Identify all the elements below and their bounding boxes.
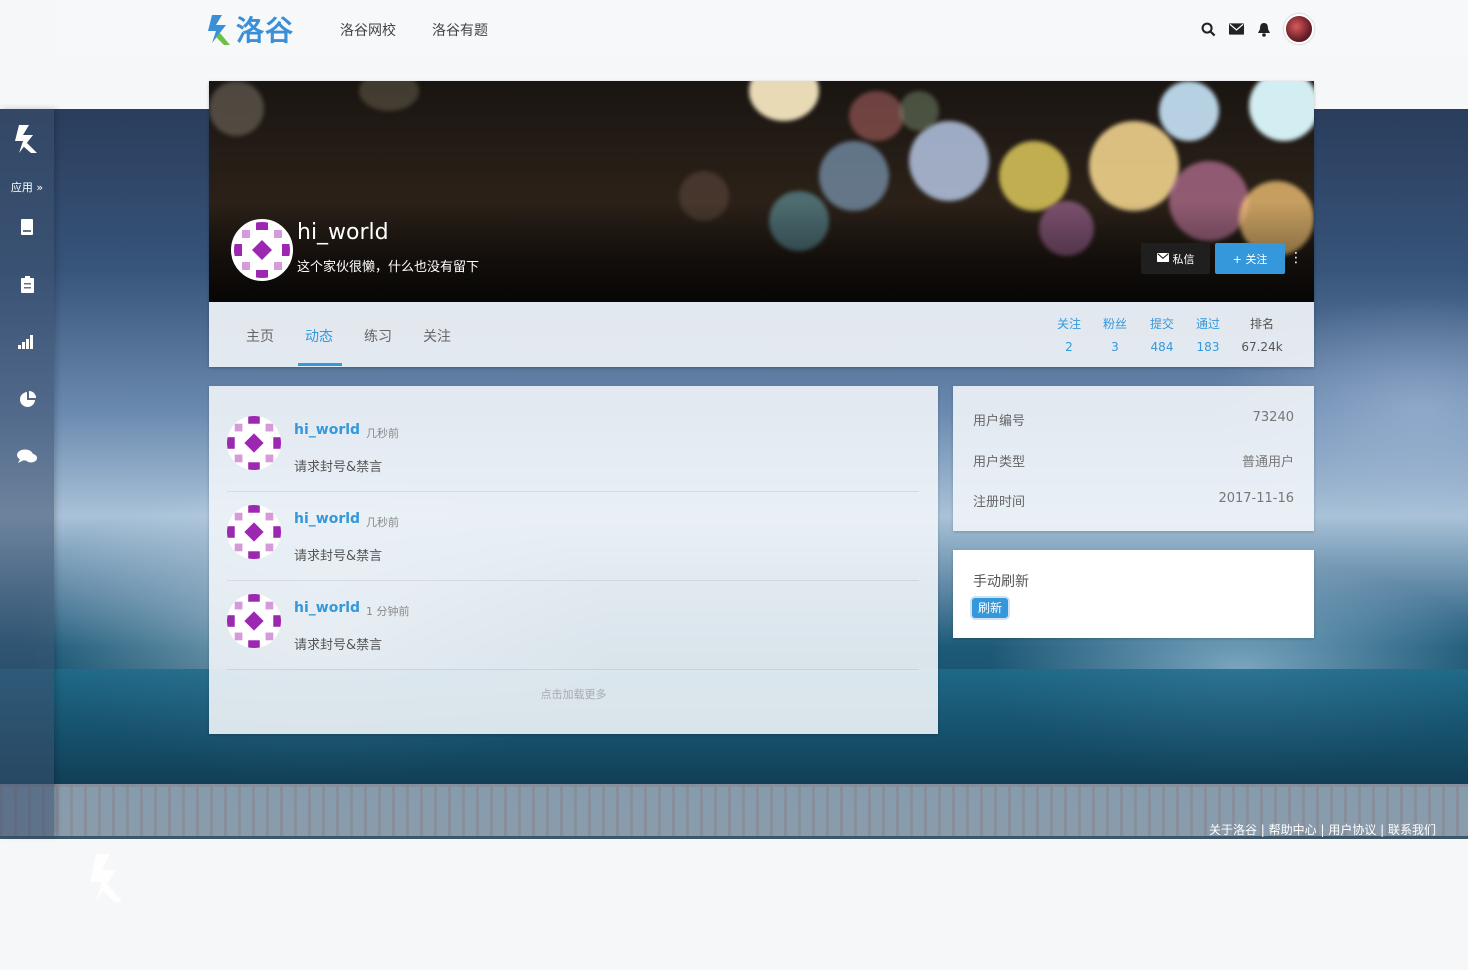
load-more-link[interactable]: 点击加载更多 [209, 686, 938, 702]
refresh-button[interactable]: 刷新 [972, 598, 1009, 618]
activity-feed: hi_world 几秒前 请求封号&禁言 hi_world 几秒前 请求封号&禁… [209, 386, 938, 734]
info-value: 73240 [1252, 410, 1294, 425]
tab-practice[interactable]: 练习 [364, 326, 392, 346]
tab-home[interactable]: 主页 [246, 326, 274, 346]
top-navbar: 洛谷 洛谷网校 洛谷有题 [54, 0, 1468, 58]
nav-link-problems[interactable]: 洛谷有题 [432, 20, 488, 40]
feed-text: 请求封号&禁言 [294, 638, 383, 653]
manual-refresh-card: 手动刷新 刷新 [953, 550, 1314, 638]
private-message-button[interactable]: 私信 [1141, 243, 1210, 274]
divider [227, 491, 919, 492]
private-message-label: 私信 [1172, 252, 1195, 266]
feed-username[interactable]: hi_world [294, 422, 360, 438]
profile-tabs: 主页 动态 练习 关注 关注 2 粉丝 3 提交 484 通过 183 排名 6… [209, 302, 1314, 367]
info-row-user-id: 用户编号 73240 [973, 410, 1294, 429]
stat-label: 关注 [1056, 317, 1081, 331]
stat-value: 2 [1065, 340, 1073, 354]
active-tab-indicator [298, 363, 342, 366]
feed-avatar[interactable] [227, 594, 281, 648]
stat-value: 3 [1111, 340, 1119, 354]
stat-label: 粉丝 [1102, 317, 1127, 331]
refresh-title: 手动刷新 [973, 574, 1029, 590]
feed-text: 请求封号&禁言 [294, 549, 383, 564]
stat-accepted[interactable]: 通过 183 [1183, 315, 1233, 354]
profile-username: hi_world [297, 220, 389, 245]
sidebar-apps-toggle[interactable]: 应用 » [0, 179, 54, 195]
site-logo[interactable]: 洛谷 [206, 10, 294, 48]
feed-timestamp: 1 分钟前 [366, 605, 410, 618]
info-row-user-type: 用户类型 普通用户 [973, 451, 1294, 470]
feed-username[interactable]: hi_world [294, 511, 360, 527]
feed-timestamp: 几秒前 [366, 516, 399, 529]
profile-header: hi_world 这个家伙很懒，什么也没有留下 私信 + 关注 ⋮ 主页 动态 … [209, 81, 1314, 367]
info-value: 普通用户 [1241, 455, 1294, 470]
info-value: 2017-11-16 [1218, 491, 1294, 506]
divider [227, 669, 919, 670]
envelope-icon[interactable] [1228, 21, 1244, 37]
user-info-card: 用户编号 73240 用户类型 普通用户 注册时间 2017-11-16 [953, 386, 1314, 531]
stat-value: 67.24k [1241, 340, 1283, 354]
feed-timestamp: 几秒前 [366, 427, 399, 440]
profile-bio: 这个家伙很懒，什么也没有留下 [297, 260, 480, 275]
stat-value: 183 [1196, 340, 1220, 354]
stat-followers[interactable]: 粉丝 3 [1090, 315, 1140, 354]
stat-label: 提交 [1149, 317, 1174, 331]
feed-item: hi_world 几秒前 请求封号&禁言 [227, 493, 919, 581]
stat-submissions[interactable]: 提交 484 [1137, 315, 1187, 354]
more-options-button[interactable]: ⋮ [1289, 246, 1303, 270]
feed-item: hi_world 几秒前 请求封号&禁言 [227, 404, 919, 492]
stat-value: 484 [1150, 340, 1174, 354]
info-label: 注册时间 [973, 495, 1026, 510]
feed-item: hi_world 1 分钟前 请求封号&禁言 [227, 582, 919, 670]
stat-label: 排名 [1249, 317, 1274, 331]
feed-text: 请求封号&禁言 [294, 460, 383, 475]
stat-ranking: 排名 67.24k [1237, 315, 1287, 354]
book-icon[interactable] [17, 217, 37, 237]
envelope-icon [1156, 252, 1169, 265]
clipboard-icon[interactable] [17, 274, 37, 294]
user-avatar[interactable] [1284, 14, 1314, 44]
search-icon[interactable] [1200, 21, 1216, 37]
footer-links[interactable]: 关于洛谷 | 帮助中心 | 用户协议 | 联系我们 [1209, 821, 1436, 838]
luogu-logo-icon [206, 11, 234, 47]
nav-actions [1200, 14, 1314, 44]
profile-avatar [231, 219, 293, 281]
footer-logo-icon [88, 850, 128, 906]
info-label: 用户类型 [973, 455, 1026, 470]
stat-label: 通过 [1195, 317, 1220, 331]
feed-avatar[interactable] [227, 416, 281, 470]
stat-following[interactable]: 关注 2 [1044, 315, 1094, 354]
feed-avatar[interactable] [227, 505, 281, 559]
info-label: 用户编号 [973, 414, 1026, 429]
left-sidebar: 应用 » [0, 109, 54, 836]
comments-icon[interactable] [17, 446, 37, 466]
info-row-register-date: 注册时间 2017-11-16 [973, 491, 1294, 510]
signal-bars-icon[interactable] [17, 332, 37, 352]
follow-button[interactable]: + 关注 [1215, 243, 1285, 274]
pie-chart-icon[interactable] [17, 389, 37, 409]
tab-following[interactable]: 关注 [423, 326, 451, 346]
tab-activity[interactable]: 动态 [305, 326, 333, 346]
feed-username[interactable]: hi_world [294, 600, 360, 616]
divider [227, 580, 919, 581]
bell-icon[interactable] [1256, 21, 1272, 37]
luogu-logo-icon[interactable] [13, 123, 41, 155]
logo-wordmark: 洛谷 [236, 14, 295, 47]
nav-link-school[interactable]: 洛谷网校 [340, 20, 396, 40]
